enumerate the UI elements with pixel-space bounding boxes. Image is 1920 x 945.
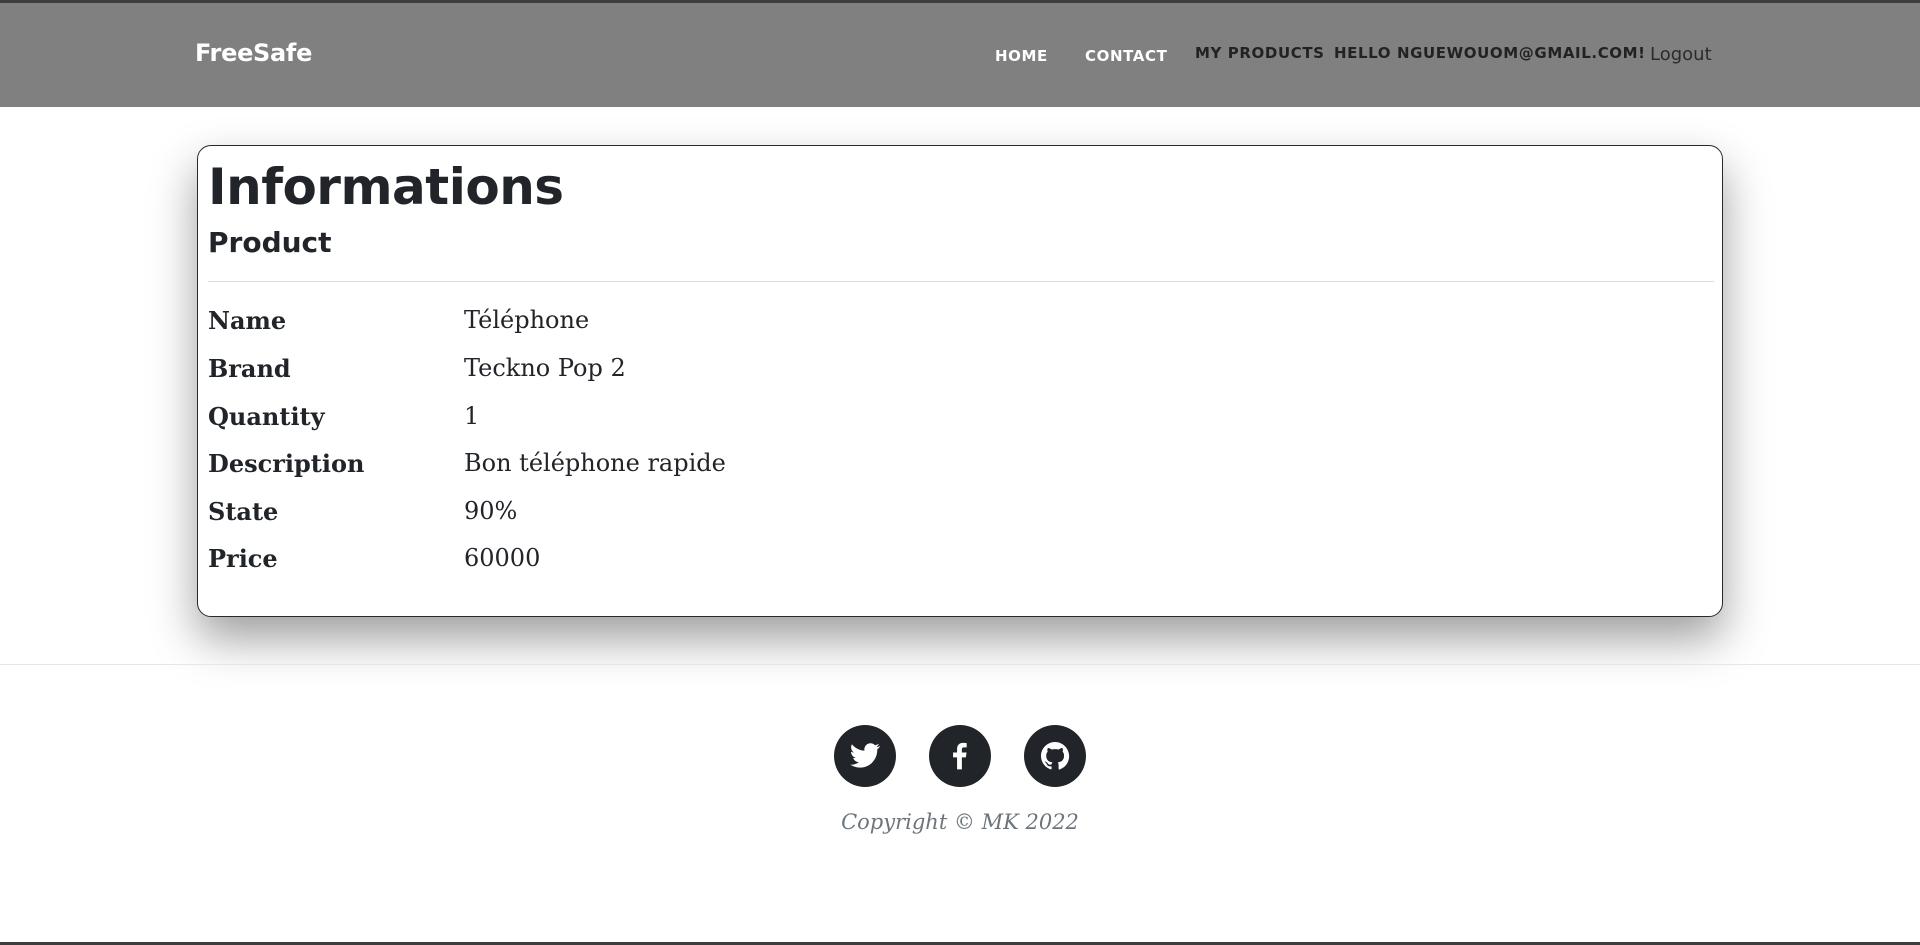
nav-contact-link[interactable]: CONTACT <box>1085 47 1167 65</box>
info-row-quantity: Quantity 1 <box>208 402 1708 442</box>
brand-logo[interactable]: FreeSafe <box>195 39 312 67</box>
twitter-icon[interactable] <box>834 725 896 787</box>
nav-home-link[interactable]: HOME <box>995 47 1048 65</box>
logout-link[interactable]: Logout <box>1650 44 1712 65</box>
github-icon[interactable] <box>1024 725 1086 787</box>
info-value: 90% <box>464 497 518 525</box>
info-row-price: Price 60000 <box>208 544 1708 584</box>
navbar: FreeSafe HOME CONTACT MY PRODUCTS HELLO … <box>0 3 1920 107</box>
info-label: State <box>208 497 279 526</box>
product-info-card: Informations Product Name Téléphone Bran… <box>197 145 1723 617</box>
info-row-brand: Brand Teckno Pop 2 <box>208 354 1708 394</box>
info-value: 1 <box>464 402 480 430</box>
info-value: Bon téléphone rapide <box>464 449 726 477</box>
facebook-icon[interactable] <box>929 725 991 787</box>
nav-my-products-link[interactable]: MY PRODUCTS <box>1195 44 1325 62</box>
info-value: Teckno Pop 2 <box>464 354 626 382</box>
info-label: Price <box>208 544 278 573</box>
info-row-name: Name Téléphone <box>208 306 1708 346</box>
info-label: Brand <box>208 354 291 383</box>
copyright-text: Copyright © MK 2022 <box>841 810 1079 834</box>
section-subtitle: Product <box>208 226 332 259</box>
info-label: Quantity <box>208 402 325 431</box>
footer-divider <box>0 664 1920 665</box>
nav-user-greeting[interactable]: HELLO NGUEWOUOM@GMAIL.COM! <box>1334 44 1646 62</box>
page-title: Informations <box>208 158 564 216</box>
card-divider <box>208 281 1714 282</box>
info-value: 60000 <box>464 544 541 572</box>
info-row-description: Description Bon téléphone rapide <box>208 449 1708 489</box>
info-label: Name <box>208 306 287 335</box>
info-label: Description <box>208 449 365 478</box>
info-row-state: State 90% <box>208 497 1708 537</box>
info-value: Téléphone <box>464 306 590 334</box>
